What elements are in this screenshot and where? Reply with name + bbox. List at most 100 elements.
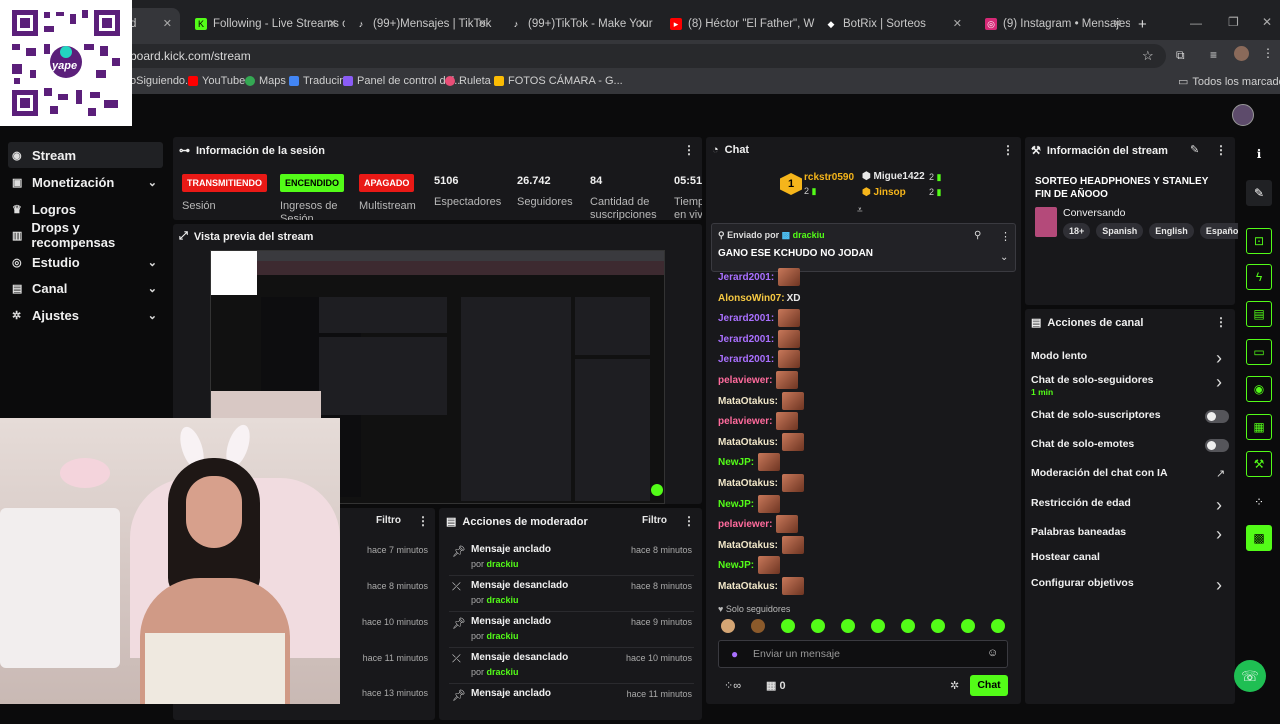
channel-action-item[interactable]: Modo lento: [1031, 350, 1087, 363]
wrench-icon[interactable]: ⚒: [1246, 451, 1272, 477]
filter-button[interactable]: Filtro: [642, 515, 667, 526]
bookmark-siguiendo[interactable]: oSiguiendo...: [130, 75, 194, 87]
leader-name[interactable]: ⬢ Jinsop: [862, 187, 906, 198]
community-icon[interactable]: ⁘∞: [724, 679, 741, 692]
moderator-user[interactable]: drackiu: [487, 667, 519, 677]
chat-settings-icon[interactable]: ✲: [950, 679, 959, 692]
tab-tiktok-messages[interactable]: ♪ (99+)Mensajes | TikTok ✕: [345, 8, 495, 40]
close-icon[interactable]: ✕: [478, 17, 487, 30]
sidebar-item-monetizacion[interactable]: ▣ Monetización ⌄: [8, 169, 163, 195]
clapperboard-icon[interactable]: ▩: [1246, 525, 1272, 551]
chevron-right-icon[interactable]: ›: [1216, 348, 1222, 369]
browser-menu-icon[interactable]: ⋮: [1262, 46, 1274, 60]
emoji-icon[interactable]: ☺: [987, 647, 998, 659]
edit-icon[interactable]: ✎: [1246, 180, 1272, 206]
lightning-icon[interactable]: ϟ: [1246, 264, 1272, 290]
bookmark-ruleta[interactable]: Ruleta: [445, 75, 491, 87]
channel-action-item[interactable]: Chat de solo-suscriptores: [1031, 409, 1161, 422]
more-options-icon[interactable]: ⋮: [1215, 143, 1227, 157]
quick-emote[interactable]: [721, 619, 735, 633]
profile-avatar[interactable]: [1234, 46, 1249, 61]
quick-emote[interactable]: [751, 619, 765, 633]
bookmark-fotos[interactable]: FOTOS CÁMARA - G...: [494, 75, 623, 87]
more-options-icon[interactable]: ⋮: [1000, 230, 1011, 243]
channel-action-item[interactable]: Restricción de edad: [1031, 497, 1131, 510]
chat-username[interactable]: pelaviewer:: [718, 519, 772, 530]
more-options-icon[interactable]: ⋮: [683, 514, 695, 528]
pinned-user[interactable]: drackiu: [793, 230, 825, 240]
bookmark-star-icon[interactable]: ☆: [1142, 48, 1154, 64]
bookmark-maps[interactable]: Maps: [245, 75, 286, 87]
media-icon[interactable]: ≡: [1210, 48, 1217, 62]
chevron-right-icon[interactable]: ›: [1216, 524, 1222, 545]
chevron-right-icon[interactable]: ›: [1216, 495, 1222, 516]
user-avatar[interactable]: [1232, 104, 1254, 126]
quick-emote[interactable]: [901, 619, 915, 633]
chat-username[interactable]: MataOtakus:: [718, 581, 778, 592]
quick-emote[interactable]: [811, 619, 825, 633]
bookmark-traducir[interactable]: Traducir: [289, 75, 343, 87]
channel-action-item[interactable]: Chat de solo-seguidores 1 min: [1031, 374, 1154, 397]
moderator-user[interactable]: drackiu: [487, 631, 519, 641]
support-chat-icon[interactable]: ☏: [1234, 660, 1266, 692]
close-icon[interactable]: ✕: [638, 17, 647, 30]
chat-username[interactable]: Jerard2001:: [718, 354, 774, 365]
tab-kick-following[interactable]: K Following - Live Streams on Kick✕: [185, 8, 345, 40]
edit-icon[interactable]: ✎: [1190, 143, 1199, 156]
leader-name[interactable]: ⬢ Migue1422: [862, 171, 925, 182]
microphone-icon[interactable]: ●: [731, 647, 738, 661]
all-bookmarks[interactable]: ▭Todos los marcadores: [1178, 75, 1280, 89]
chat-username[interactable]: NewJP:: [718, 499, 754, 510]
chat-username[interactable]: Jerard2001:: [718, 313, 774, 324]
store-icon[interactable]: ▦: [1246, 414, 1272, 440]
chat-input[interactable]: ● Enviar un mensaje ☺: [718, 640, 1008, 668]
unpin-icon[interactable]: ⚲: [974, 230, 981, 241]
more-options-icon[interactable]: ⋮: [417, 514, 429, 528]
quick-emote[interactable]: [781, 619, 795, 633]
quick-emote[interactable]: [871, 619, 885, 633]
chat-username[interactable]: NewJP:: [718, 457, 754, 468]
info-icon[interactable]: ℹ: [1246, 141, 1272, 167]
chat-username[interactable]: Jerard2001:: [718, 334, 774, 345]
moderator-user[interactable]: drackiu: [487, 559, 519, 569]
moderator-user[interactable]: drackiu: [487, 595, 519, 605]
new-tab-button[interactable]: +: [1138, 16, 1147, 33]
maximize-button[interactable]: ❐: [1228, 15, 1239, 29]
more-options-icon[interactable]: ⋮: [683, 143, 695, 157]
category-name[interactable]: Conversando: [1063, 207, 1125, 219]
chevron-right-icon[interactable]: ›: [1216, 372, 1222, 393]
chat-username[interactable]: MataOtakus:: [718, 396, 778, 407]
send-chat-button[interactable]: Chat: [970, 675, 1008, 696]
window-close-button[interactable]: ✕: [1262, 15, 1272, 29]
tab-instagram[interactable]: ◎ (9) Instagram • Mensajes ✕: [975, 8, 1130, 40]
filter-button[interactable]: Filtro: [376, 515, 401, 526]
extensions-icon[interactable]: ⧉: [1176, 48, 1185, 63]
chat-username[interactable]: MataOtakus:: [718, 437, 778, 448]
sidebar-item-logros[interactable]: ♛ Logros: [8, 196, 163, 222]
community-icon[interactable]: ⁘: [1246, 489, 1272, 515]
external-link-icon[interactable]: ↗: [1216, 467, 1225, 480]
close-icon[interactable]: ✕: [163, 17, 172, 30]
toggle-switch[interactable]: [1205, 410, 1229, 423]
sidebar-item-stream[interactable]: ◉ Stream: [8, 142, 163, 168]
quick-emote[interactable]: [961, 619, 975, 633]
close-icon[interactable]: ✕: [953, 17, 962, 30]
bookmark-youtube[interactable]: YouTube: [188, 75, 245, 87]
toggle-switch[interactable]: [1205, 439, 1229, 452]
close-icon[interactable]: ✕: [328, 17, 337, 30]
chevron-right-icon[interactable]: ›: [1216, 575, 1222, 596]
tab-tiktok[interactable]: ♪ (99+)TikTok - Make Your Day✕: [500, 8, 655, 40]
chat-username[interactable]: Jerard2001:: [718, 272, 774, 283]
more-options-icon[interactable]: ⋮: [1215, 315, 1227, 329]
chat-bubble-icon[interactable]: ▭: [1246, 339, 1272, 365]
channel-action-item[interactable]: Hostear canal: [1031, 551, 1100, 564]
collapse-icon[interactable]: ⩡: [857, 205, 863, 216]
chat-username[interactable]: pelaviewer:: [718, 375, 772, 386]
quick-emote[interactable]: [841, 619, 855, 633]
tab-youtube[interactable]: ▸ (8) Héctor "El Father", Wisin &: [660, 8, 815, 40]
chat-username[interactable]: MataOtakus:: [718, 478, 778, 489]
chat-username[interactable]: MataOtakus:: [718, 540, 778, 551]
points-display[interactable]: ▦ 0: [766, 679, 786, 692]
clipboard-icon[interactable]: ▤: [1246, 301, 1272, 327]
chevron-down-icon[interactable]: ⌄: [1000, 252, 1008, 263]
